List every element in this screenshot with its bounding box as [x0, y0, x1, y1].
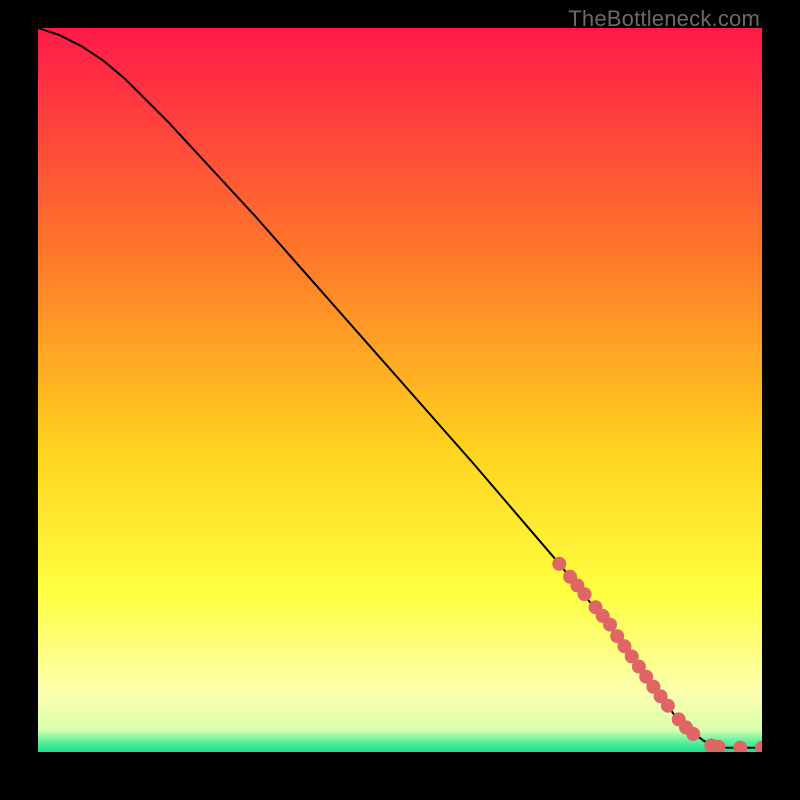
data-marker — [578, 587, 592, 601]
bottleneck-chart — [38, 28, 762, 752]
data-marker — [552, 557, 566, 571]
gradient-background — [38, 28, 762, 752]
data-marker — [686, 727, 700, 741]
data-marker — [661, 699, 675, 713]
data-marker — [603, 618, 617, 632]
chart-frame: TheBottleneck.com — [0, 0, 800, 800]
